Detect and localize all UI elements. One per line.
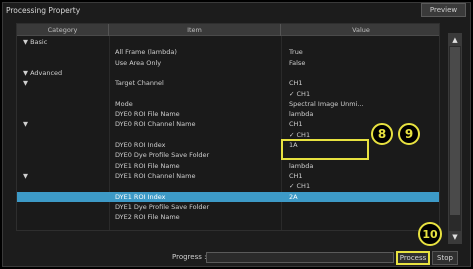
cell-item: DYE0 ROI Channel Name — [115, 120, 196, 129]
header-value[interactable]: Value — [281, 24, 439, 36]
callout-10: 10 — [418, 222, 442, 246]
cell-item: Mode — [115, 99, 133, 108]
table-row[interactable]: Mode Spectral Image Unmi... — [17, 99, 439, 109]
cell-item: DYE0 ROI File Name — [115, 110, 180, 119]
cell-item: DYE0 ROI Index — [115, 141, 166, 149]
cell-category: ▼ — [23, 120, 28, 129]
callout-8: 8 — [371, 123, 393, 145]
cell-item: DYE1 ROI File Name — [115, 161, 180, 170]
table-row[interactable]: DYE1 Dye Profile Save Folder — [17, 202, 439, 212]
table-row[interactable]: DYE1 ROI File Name lambda — [17, 161, 439, 171]
process-button[interactable]: Process — [396, 251, 430, 265]
scroll-down-icon[interactable]: ▼ — [449, 231, 461, 243]
grid-header: Category Item Value — [17, 24, 439, 36]
scroll-thumb[interactable] — [450, 47, 460, 215]
cell-value[interactable]: CH1 — [289, 171, 303, 181]
cell-value[interactable]: True — [289, 47, 303, 57]
table-row[interactable]: DYE0 ROI File Name lambda — [17, 109, 439, 119]
cell-category: ▼ Advanced — [23, 68, 63, 77]
stop-button[interactable]: Stop — [432, 251, 458, 265]
cell-item: DYE1 ROI Channel Name — [115, 171, 196, 180]
header-category[interactable]: Category — [17, 24, 109, 36]
cell-item: DYE0 Dye Profile Save Folder — [115, 151, 210, 160]
table-row[interactable]: ▼ DYE1 ROI Channel Name CH1 — [17, 171, 439, 181]
cell-value[interactable]: lambda — [289, 161, 313, 171]
header-item[interactable]: Item — [109, 24, 281, 36]
table-row[interactable]: Use Area Only False — [17, 58, 439, 68]
table-row[interactable]: ✓ CH1 — [17, 181, 439, 191]
cell-item: DYE2 ROI File Name — [115, 213, 180, 222]
table-row[interactable]: ▼ Target Channel CH1 — [17, 78, 439, 88]
cell-value[interactable]: lambda — [289, 109, 313, 119]
table-row[interactable]: DYE0 Dye Profile Save Folder — [17, 150, 439, 160]
cell-value[interactable]: ✓ CH1 — [289, 89, 310, 99]
cell-value[interactable]: ✓ CH1 — [289, 181, 310, 191]
callout-9: 9 — [398, 123, 420, 145]
vertical-scrollbar[interactable]: ▲ ▼ — [448, 33, 462, 244]
table-row[interactable]: DYE1 ROI Index 2A — [17, 191, 439, 202]
cell-value[interactable]: Spectral Image Unmi... — [289, 99, 364, 109]
channel-name-highlight — [281, 139, 369, 160]
panel-title: Processing Property — [6, 6, 81, 15]
table-row[interactable]: ▼ Basic — [17, 37, 439, 47]
cell-value[interactable]: CH1 — [289, 78, 303, 88]
cell-item: Target Channel — [115, 79, 164, 88]
progress-label: Progress : — [172, 253, 207, 261]
scroll-up-icon[interactable]: ▲ — [449, 34, 461, 46]
preview-button[interactable]: Preview — [421, 3, 466, 17]
cell-value[interactable]: 2A — [289, 192, 298, 202]
table-row[interactable]: All Frame (lambda) True — [17, 47, 439, 57]
table-row[interactable]: ✓ CH1 — [17, 89, 439, 99]
table-row[interactable]: ▼ Advanced — [17, 68, 439, 78]
cell-item: DYE1 Dye Profile Save Folder — [115, 202, 210, 211]
table-row[interactable]: DYE2 ROI File Name — [17, 212, 439, 222]
cell-item: All Frame (lambda) — [115, 48, 177, 57]
cell-item: DYE1 ROI Index — [115, 192, 166, 201]
cell-value[interactable]: False — [289, 58, 305, 68]
cell-category: ▼ — [23, 79, 28, 88]
progress-bar — [206, 252, 394, 263]
cell-item: Use Area Only — [115, 58, 162, 67]
cell-category: ▼ — [23, 171, 28, 180]
cell-value[interactable]: CH1 — [289, 119, 303, 129]
cell-category: ▼ Basic — [23, 38, 48, 46]
